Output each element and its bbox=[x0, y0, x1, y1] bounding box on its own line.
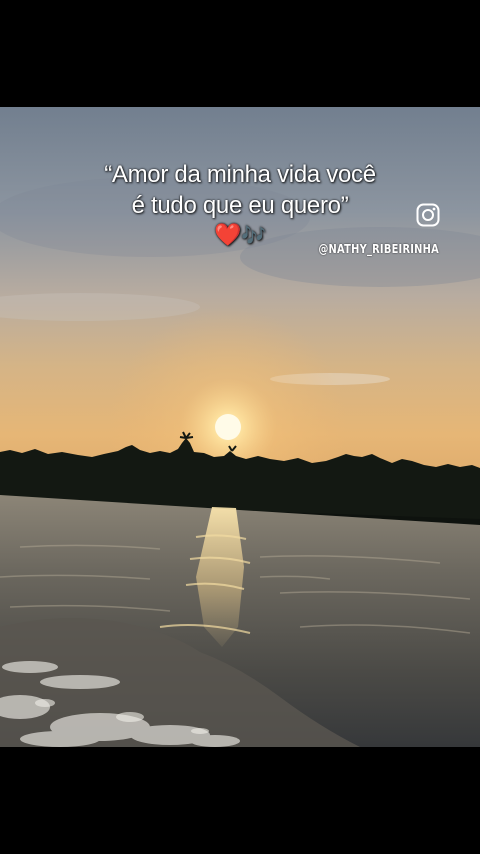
video-frame: “Amor da minha vida você é tudo que eu q… bbox=[0, 107, 480, 747]
instagram-handle: @NATHY_RIBEIRINHA bbox=[318, 242, 439, 256]
music-notes-emoji: 🎶 bbox=[241, 223, 266, 247]
caption-line-2: é tudo que eu quero” bbox=[131, 192, 349, 219]
caption-line-1: “Amor da minha vida você bbox=[104, 161, 376, 188]
caption: “Amor da minha vida você é tudo que eu q… bbox=[0, 159, 480, 250]
instagram-icon bbox=[416, 203, 440, 227]
heart-emoji: ❤️ bbox=[214, 223, 242, 248]
